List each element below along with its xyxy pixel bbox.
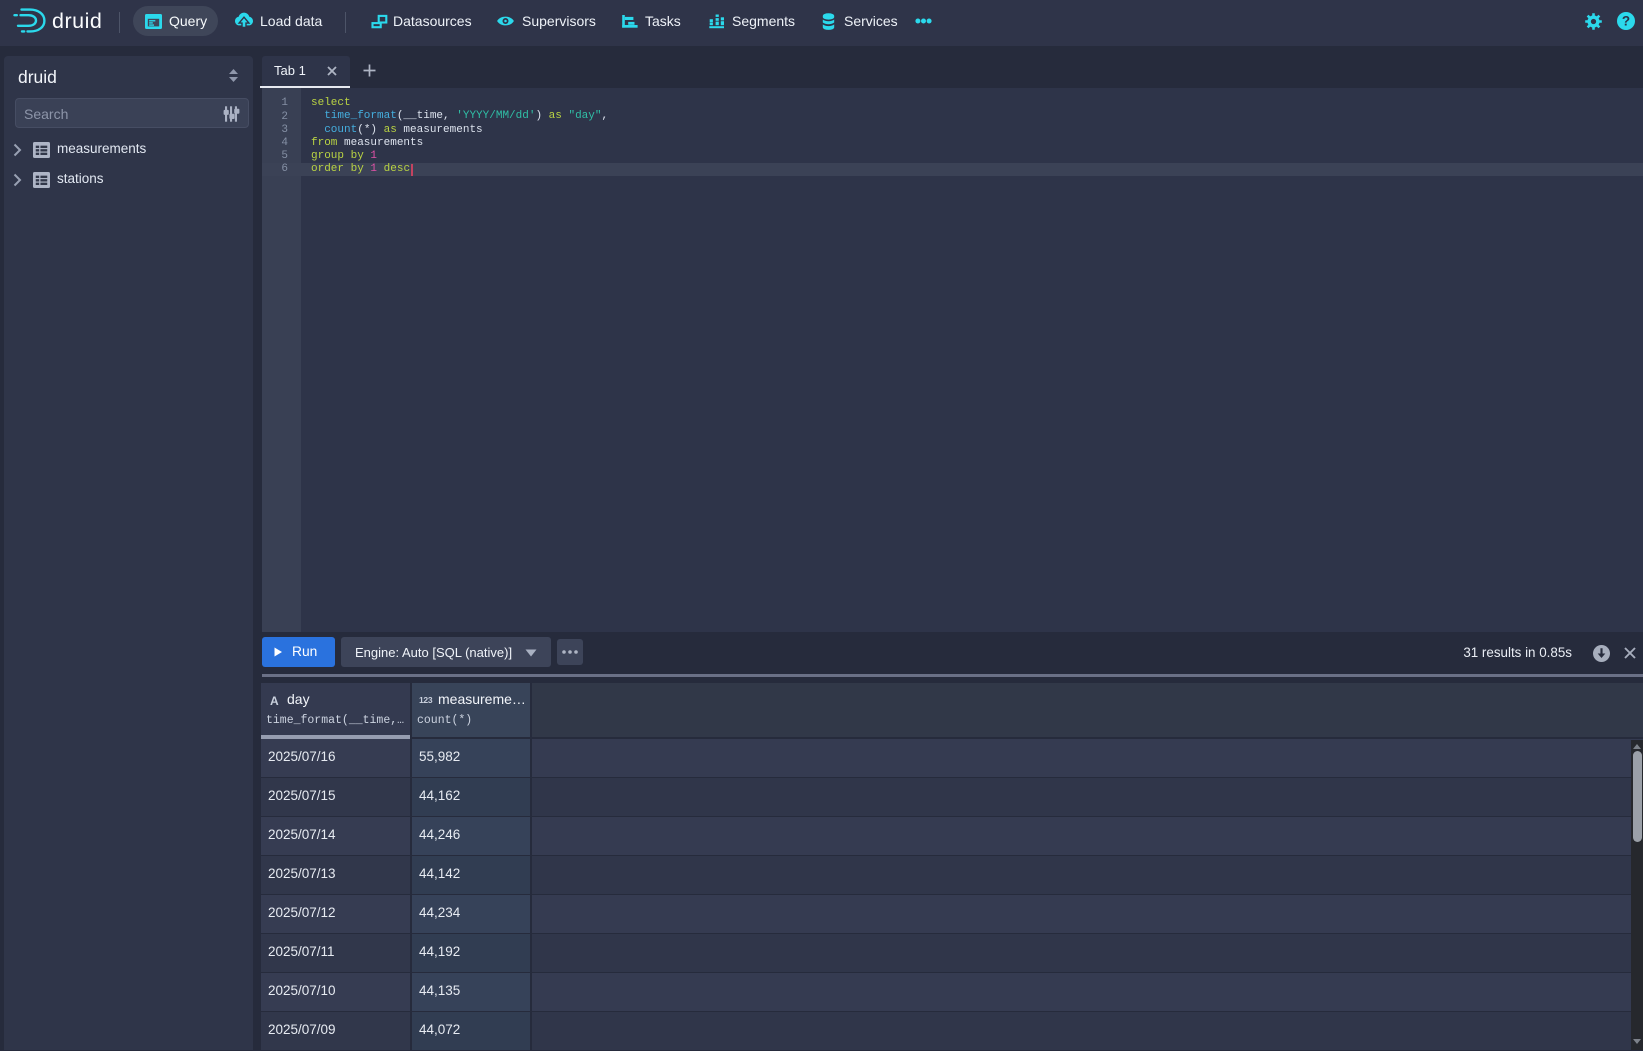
svg-text:?: ? xyxy=(1622,14,1630,29)
